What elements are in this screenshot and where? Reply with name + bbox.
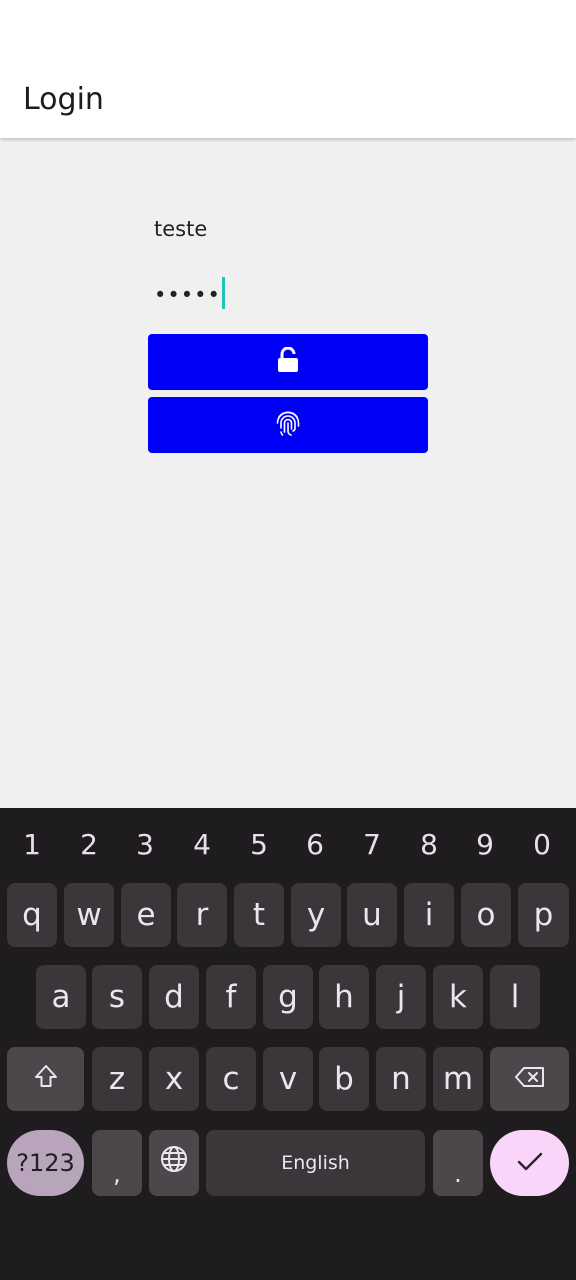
username-field[interactable]: teste bbox=[154, 217, 428, 257]
key-m[interactable]: m bbox=[433, 1047, 483, 1111]
key-g[interactable]: g bbox=[263, 965, 313, 1029]
key-n[interactable]: n bbox=[376, 1047, 426, 1111]
key-t[interactable]: t bbox=[234, 883, 284, 947]
key-k[interactable]: k bbox=[433, 965, 483, 1029]
checkmark-icon bbox=[516, 1145, 544, 1181]
key-x[interactable]: x bbox=[149, 1047, 199, 1111]
key-e[interactable]: e bbox=[121, 883, 171, 947]
on-screen-keyboard: 1 2 3 4 5 6 7 8 9 0 q w e r t y u i o p … bbox=[0, 808, 576, 1280]
key-s[interactable]: s bbox=[92, 965, 142, 1029]
period-key[interactable]: . bbox=[433, 1130, 483, 1196]
key-l[interactable]: l bbox=[490, 965, 540, 1029]
globe-icon bbox=[160, 1145, 188, 1181]
key-h[interactable]: h bbox=[319, 965, 369, 1029]
password-field[interactable]: ••••• bbox=[154, 277, 428, 320]
username-value: teste bbox=[154, 217, 208, 241]
key-p[interactable]: p bbox=[518, 883, 569, 947]
key-a[interactable]: a bbox=[36, 965, 86, 1029]
key-0[interactable]: 0 bbox=[514, 828, 570, 861]
space-key[interactable]: English bbox=[206, 1130, 425, 1196]
fingerprint-login-button[interactable] bbox=[148, 397, 428, 453]
key-7[interactable]: 7 bbox=[344, 828, 400, 861]
comma-key[interactable]: , bbox=[92, 1130, 142, 1196]
key-i[interactable]: i bbox=[404, 883, 454, 947]
key-r[interactable]: r bbox=[177, 883, 227, 947]
key-8[interactable]: 8 bbox=[401, 828, 457, 861]
key-j[interactable]: j bbox=[376, 965, 426, 1029]
shift-icon bbox=[33, 1061, 59, 1097]
key-u[interactable]: u bbox=[347, 883, 397, 947]
key-w[interactable]: w bbox=[64, 883, 114, 947]
language-key[interactable] bbox=[149, 1130, 199, 1196]
key-5[interactable]: 5 bbox=[231, 828, 287, 861]
backspace-key[interactable] bbox=[490, 1047, 569, 1111]
unlock-icon bbox=[277, 346, 299, 378]
key-v[interactable]: v bbox=[263, 1047, 313, 1111]
key-4[interactable]: 4 bbox=[174, 828, 230, 861]
fingerprint-icon bbox=[275, 409, 301, 442]
page-title: Login bbox=[23, 82, 104, 117]
password-value: ••••• bbox=[154, 283, 221, 307]
key-o[interactable]: o bbox=[461, 883, 511, 947]
key-6[interactable]: 6 bbox=[287, 828, 343, 861]
key-z[interactable]: z bbox=[92, 1047, 142, 1111]
shift-key[interactable] bbox=[7, 1047, 84, 1111]
key-y[interactable]: y bbox=[291, 883, 341, 947]
key-f[interactable]: f bbox=[206, 965, 256, 1029]
key-c[interactable]: c bbox=[206, 1047, 256, 1111]
backspace-icon bbox=[514, 1061, 546, 1097]
key-2[interactable]: 2 bbox=[61, 828, 117, 861]
key-q[interactable]: q bbox=[7, 883, 57, 947]
key-d[interactable]: d bbox=[149, 965, 199, 1029]
symbols-key[interactable]: ?123 bbox=[7, 1130, 84, 1196]
key-b[interactable]: b bbox=[319, 1047, 369, 1111]
login-button[interactable] bbox=[148, 334, 428, 390]
text-cursor bbox=[221, 277, 225, 309]
enter-key[interactable] bbox=[490, 1130, 569, 1196]
key-1[interactable]: 1 bbox=[4, 828, 60, 861]
key-9[interactable]: 9 bbox=[457, 828, 513, 861]
app-bar: Login bbox=[0, 0, 576, 138]
key-3[interactable]: 3 bbox=[117, 828, 173, 861]
